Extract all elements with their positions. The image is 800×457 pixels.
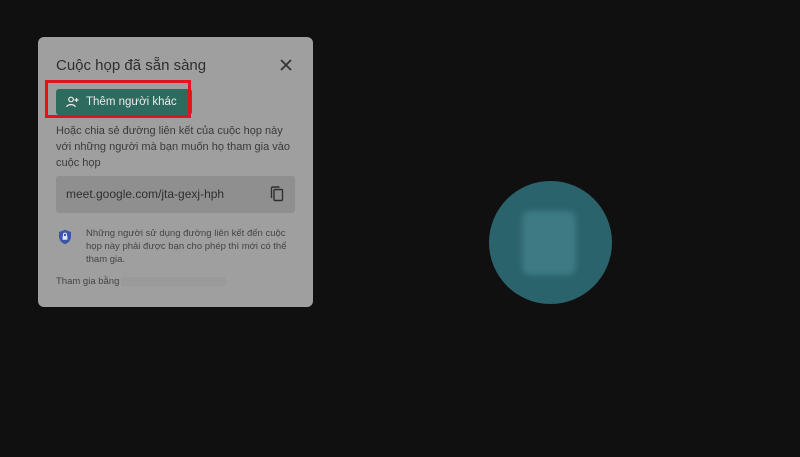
share-instructions: Hoặc chia sẻ đường liên kết của cuộc họp… (56, 123, 306, 171)
info-line: họp này phải được bạn cho phép thì mới c… (86, 241, 287, 252)
share-line: Hoặc chia sẻ đường liên kết của cuộc họp… (56, 125, 283, 137)
close-icon[interactable] (279, 58, 293, 72)
meeting-link[interactable]: meet.google.com/jta-gexj-hph (66, 187, 224, 201)
avatar-image (522, 211, 576, 275)
participant-avatar (489, 181, 612, 304)
shield-icon (58, 229, 72, 245)
share-line: cuộc họp (56, 157, 101, 169)
permission-text: Những người sử dụng đường liên kết đến c… (86, 227, 311, 266)
info-line: Những người sử dụng đường liên kết đến c… (86, 228, 286, 239)
redacted-account (121, 277, 227, 286)
meeting-ready-dialog: Cuộc họp đã sẵn sàng Thêm người khác Hoặ… (38, 37, 313, 307)
add-people-button[interactable]: Thêm người khác (56, 89, 192, 115)
add-people-label: Thêm người khác (86, 96, 177, 108)
share-line: với những người mà bạn muốn họ tham gia … (56, 141, 291, 153)
dialog-title: Cuộc họp đã sẵn sàng (56, 57, 207, 74)
joined-as-row: Tham gia bằng (56, 276, 227, 287)
meeting-link-box: meet.google.com/jta-gexj-hph (56, 176, 295, 213)
info-line: tham gia. (86, 254, 126, 265)
copy-icon[interactable] (270, 186, 284, 202)
meet-stage: Cuộc họp đã sẵn sàng Thêm người khác Hoặ… (0, 0, 800, 457)
joined-as-label: Tham gia bằng (56, 276, 120, 287)
person-add-icon (66, 96, 79, 108)
